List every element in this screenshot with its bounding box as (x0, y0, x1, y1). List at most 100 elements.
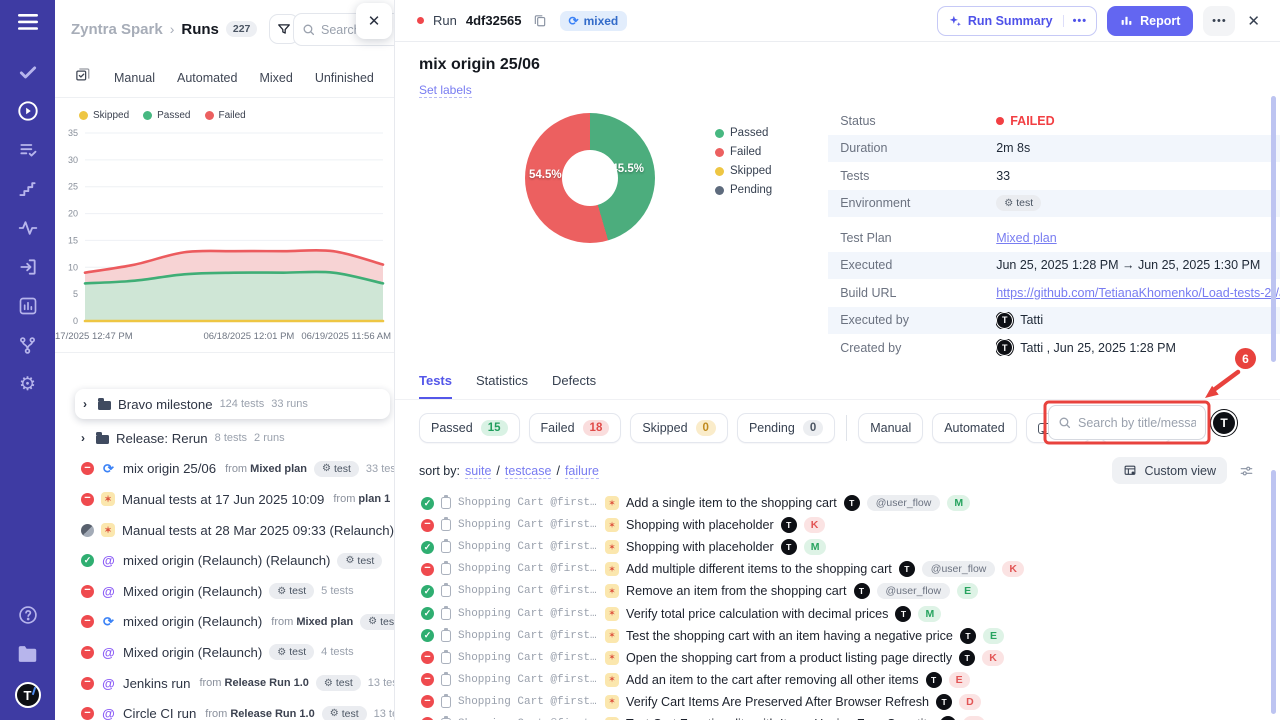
run-list-item[interactable]: Mixed origin (Relaunch) test 4 tests (55, 637, 394, 668)
run-summary-button[interactable]: Run Summary ••• (937, 6, 1097, 36)
settings-gear-icon[interactable]: ⚙ (17, 373, 39, 395)
report-button[interactable]: Report (1107, 6, 1193, 36)
check-icon[interactable] (17, 61, 39, 83)
details-scrollbar[interactable] (1271, 96, 1276, 362)
user-avatar[interactable]: T (15, 682, 41, 708)
environment-chip: test (996, 195, 1041, 211)
run-list-item[interactable]: › Release: Rerun 8 tests 2 runs (55, 423, 394, 454)
detail-tab[interactable]: Defects (552, 373, 596, 399)
detail-label: Created by (828, 341, 996, 355)
runs-tab[interactable]: Mixed (259, 71, 292, 85)
test-title: Test the shopping cart with an item havi… (626, 629, 953, 643)
donut-legend: Passed Failed Skipped Pending (715, 127, 772, 361)
test-row[interactable]: Shopping Cart @first… Shopping with plac… (395, 536, 1280, 558)
detail-row: Executed Jun 25, 2025 1:28 PM → Jun 25, … (828, 252, 1280, 280)
test-row[interactable]: Shopping Cart @first… Shopping with plac… (395, 514, 1280, 536)
test-row[interactable]: Shopping Cart @first… Open the shopping … (395, 647, 1280, 669)
run-title: mixed origin (Relaunch) (Relaunch) (123, 553, 330, 568)
more-actions-button[interactable]: ••• (1203, 6, 1235, 36)
panel-close-icon[interactable]: ✕ (356, 3, 392, 39)
filter-chip[interactable]: Automated (932, 413, 1016, 443)
detail-tab[interactable]: Tests (419, 373, 452, 399)
run-title: mix origin 25/06 (123, 461, 216, 476)
filter-chip[interactable]: Manual (858, 413, 923, 443)
runs-play-icon[interactable] (17, 100, 39, 122)
filter-chip[interactable]: Passed 15 (419, 413, 520, 443)
sort-by-label: sort by: (419, 464, 460, 478)
detail-link[interactable]: Mixed plan (996, 231, 1056, 245)
run-list-item[interactable]: Manual tests at 17 Jun 2025 10:09 from p… (55, 484, 394, 515)
detail-tab[interactable]: Statistics (476, 373, 528, 399)
chevron-right-icon[interactable]: › (83, 397, 91, 411)
close-run-icon[interactable]: ✕ (1245, 12, 1262, 30)
runs-count-badge: 227 (226, 21, 258, 37)
projects-folder-icon[interactable] (17, 643, 39, 665)
manual-test-icon (605, 607, 619, 621)
runs-tab[interactable]: Manual (114, 71, 155, 85)
test-status-icon (421, 695, 434, 708)
detail-value: https://github.com/TetianaKhomenko/Load-… (996, 286, 1280, 300)
tests-search-input[interactable] (1078, 416, 1196, 430)
set-labels-link[interactable]: Set labels (419, 83, 472, 98)
svg-text:30: 30 (68, 155, 78, 165)
environment-chip: test (316, 675, 361, 691)
filter-chip[interactable]: Pending 0 (737, 413, 835, 443)
detail-user: Tatti (1020, 313, 1043, 327)
detail-link[interactable]: https://github.com/TetianaKhomenko/Load-… (996, 286, 1280, 300)
test-row[interactable]: Shopping Cart @first… Remove an item fro… (395, 580, 1280, 602)
nav-rail: ⚙ T (0, 0, 55, 720)
test-suite: Shopping Cart @first… (458, 674, 598, 686)
run-list-item[interactable]: Mixed origin (Relaunch) test 5 tests (55, 576, 394, 607)
user-avatar: T (996, 339, 1013, 356)
filter-chip[interactable]: Skipped 0 (630, 413, 728, 443)
test-row[interactable]: Shopping Cart @first… Verify Cart Items … (395, 691, 1280, 713)
runs-tab[interactable]: Automated (177, 71, 237, 85)
results-donut-chart: 45.5% 54.5% (525, 113, 655, 243)
milestones-stairs-icon[interactable] (17, 178, 39, 200)
run-list-item[interactable]: mixed origin (Relaunch) (Relaunch) test (55, 545, 394, 576)
test-cases-icon[interactable] (17, 139, 39, 161)
test-row[interactable]: Shopping Cart @first… Add a single item … (395, 492, 1280, 514)
test-suite: Shopping Cart @first… (458, 608, 598, 620)
test-row[interactable]: Shopping Cart @first… Add an item to the… (395, 669, 1280, 691)
sort-link[interactable]: suite (465, 464, 491, 479)
run-summary-more-icon[interactable]: ••• (1063, 15, 1097, 27)
run-status-icon (81, 524, 94, 537)
test-row[interactable]: Shopping Cart @first… Test the shopping … (395, 625, 1280, 647)
run-list-item[interactable]: Circle CI run from Release Run 1.0 test … (55, 698, 394, 720)
breadcrumb-app[interactable]: Zyntra Spark (71, 21, 163, 38)
environment-chip: test (269, 644, 314, 660)
run-list-item[interactable]: Jenkins run from Release Run 1.0 test 13… (55, 668, 394, 699)
hamburger-menu-icon[interactable] (18, 14, 38, 35)
run-list-item[interactable]: mixed origin (Relaunch) from Mixed plan … (55, 607, 394, 638)
run-list-item[interactable]: Manual tests at 28 Mar 2025 09:33 (Relau… (55, 515, 394, 546)
run-list-item[interactable]: › Bravo milestone 124 tests 33 runs (75, 389, 390, 419)
reports-chart-icon[interactable] (17, 295, 39, 317)
help-icon[interactable] (17, 604, 39, 626)
sort-link[interactable]: failure (565, 464, 599, 479)
detail-value: T Tatti , Jun 25, 2025 1:28 PM (996, 339, 1176, 356)
test-row[interactable]: Shopping Cart @first… Verify total price… (395, 602, 1280, 624)
chevron-right-icon[interactable]: › (81, 431, 89, 445)
integrations-branch-icon[interactable] (17, 334, 39, 356)
sort-link[interactable]: testcase (505, 464, 552, 479)
chip-label: Failed (541, 421, 575, 435)
assignee-avatar[interactable]: T (1211, 410, 1237, 436)
svg-text:5: 5 (73, 289, 78, 299)
sliders-icon[interactable] (1239, 464, 1254, 478)
test-row[interactable]: Shopping Cart @first… Add multiple diffe… (395, 558, 1280, 580)
runs-tab[interactable]: Unfinished (315, 71, 374, 85)
filter-chip[interactable]: Failed 18 (529, 413, 622, 443)
custom-view-button[interactable]: Custom view (1112, 457, 1227, 484)
legend-label: Skipped (730, 165, 772, 177)
select-runs-icon[interactable] (75, 68, 90, 88)
run-list-item[interactable]: mix origin 25/06 from Mixed plan test 33… (55, 454, 394, 485)
detail-row: Executed by T Tatti (828, 307, 1280, 335)
copy-icon[interactable] (533, 13, 547, 28)
test-row[interactable]: Shopping Cart @first… Test Cart Function… (395, 713, 1280, 720)
table-gear-icon (1123, 464, 1137, 477)
activity-pulse-icon[interactable] (17, 217, 39, 239)
tests-scrollbar[interactable] (1271, 470, 1276, 714)
launches-icon[interactable] (17, 256, 39, 278)
detail-row: Duration 2m 8s (828, 135, 1280, 163)
